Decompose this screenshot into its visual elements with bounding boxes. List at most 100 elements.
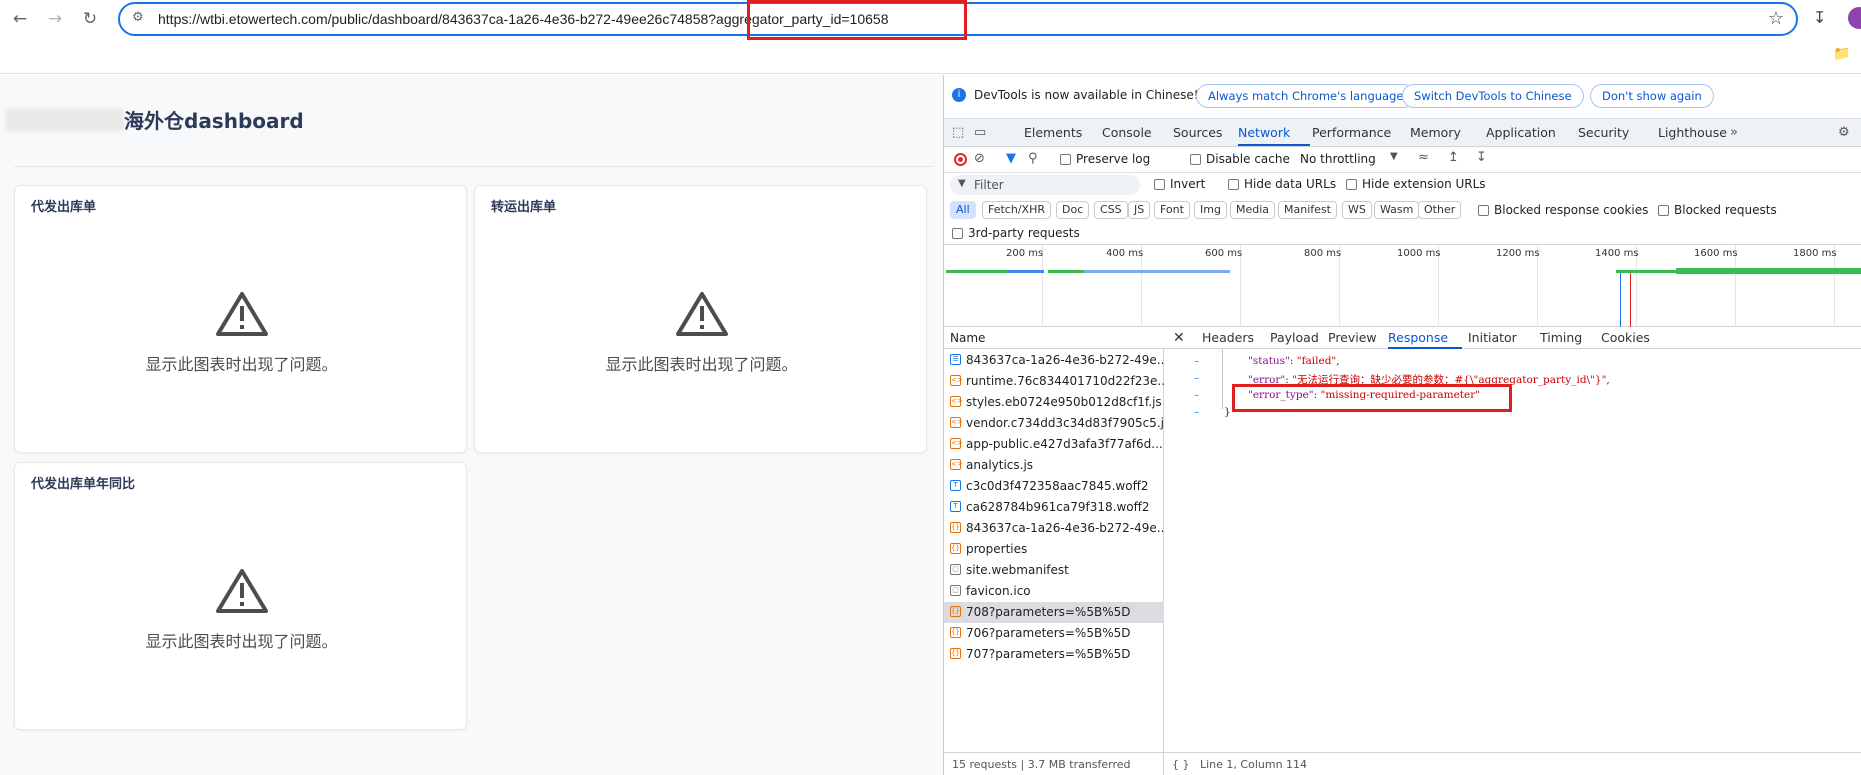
folder-icon[interactable]: 📁 xyxy=(1833,46,1850,62)
dont-show-again-button[interactable]: Don't show again xyxy=(1590,84,1714,108)
pretty-print-icon[interactable]: { } xyxy=(1172,758,1190,771)
import-har-icon[interactable]: ↥ xyxy=(1448,150,1459,165)
tab-memory[interactable]: Memory xyxy=(1410,125,1461,140)
always-match-language-button[interactable]: Always match Chrome's language xyxy=(1196,84,1416,108)
request-name: properties xyxy=(966,542,1028,556)
request-row[interactable]: ▢ favicon.ico xyxy=(944,581,1164,602)
request-row[interactable]: {} 707?parameters=%5B%5D xyxy=(944,644,1164,665)
response-body[interactable]: – – – – "status": "failed", "error": "无法… xyxy=(1164,349,1861,752)
chip-doc[interactable]: Doc xyxy=(1056,201,1090,219)
request-row[interactable]: {} 706?parameters=%5B%5D xyxy=(944,623,1164,644)
card-title: 代发出库单年同比 xyxy=(31,477,136,492)
chevron-down-icon[interactable]: ▼ xyxy=(1390,151,1398,162)
hide-extension-urls-checkbox[interactable] xyxy=(1346,179,1357,190)
close-icon[interactable]: ✕ xyxy=(1173,330,1185,346)
name-column-header[interactable]: Name xyxy=(950,331,985,345)
js-resource-icon: <> xyxy=(950,396,963,407)
export-har-icon[interactable]: ↧ xyxy=(1476,150,1487,165)
infobar-text: DevTools is now available in Chinese! xyxy=(974,88,1199,102)
devtools-panel: i DevTools is now available in Chinese! … xyxy=(943,75,1861,775)
chip-ws[interactable]: WS xyxy=(1342,201,1372,219)
chip-manifest[interactable]: Manifest xyxy=(1278,201,1337,219)
request-name: vendor.c734dd3c34d83f7905c5.js xyxy=(966,416,1164,430)
tab-initiator[interactable]: Initiator xyxy=(1468,330,1517,345)
inspect-element-icon[interactable]: ⬚ xyxy=(952,125,964,140)
forward-icon[interactable]: → xyxy=(43,7,67,31)
request-row[interactable]: {} 708?parameters=%5B%5D xyxy=(944,602,1164,623)
request-row[interactable]: <> runtime.76c834401710d22f23e... xyxy=(944,371,1164,392)
request-row[interactable]: <> analytics.js xyxy=(944,455,1164,476)
disable-cache-checkbox[interactable] xyxy=(1190,154,1201,165)
search-icon[interactable]: ⚲ xyxy=(1028,151,1038,166)
network-overview-timeline[interactable]: 200 ms 400 ms 600 ms 800 ms 1000 ms 1200… xyxy=(944,245,1861,327)
request-row[interactable]: {} properties xyxy=(944,539,1164,560)
resource-type-filter: All Fetch/XHR Doc CSS JS Font Img Media … xyxy=(944,197,1861,223)
blocked-response-cookies-checkbox[interactable] xyxy=(1478,205,1489,216)
network-conditions-icon[interactable]: ≈ xyxy=(1418,150,1429,165)
hide-extension-urls-label: Hide extension URLs xyxy=(1362,177,1486,191)
chip-img[interactable]: Img xyxy=(1194,201,1227,219)
active-tab-indicator xyxy=(1238,144,1310,146)
request-row[interactable]: <> styles.eb0724e950b012d8cf1f.js xyxy=(944,392,1164,413)
tab-elements[interactable]: Elements xyxy=(1024,125,1082,140)
request-row[interactable]: ▢ site.webmanifest xyxy=(944,560,1164,581)
tab-payload[interactable]: Payload xyxy=(1270,330,1319,345)
chip-js[interactable]: JS xyxy=(1128,201,1151,219)
request-row[interactable]: Tca628784b961ca79f318.woff2 xyxy=(944,497,1164,518)
tab-security[interactable]: Security xyxy=(1578,125,1629,140)
tab-cookies[interactable]: Cookies xyxy=(1601,330,1650,345)
request-name: 708?parameters=%5B%5D xyxy=(966,605,1131,619)
tab-sources[interactable]: Sources xyxy=(1173,125,1222,140)
request-list: Name ☰ 843637ca-1a26-4e36-b272-49e... <> ru… xyxy=(944,327,1164,775)
back-icon[interactable]: ← xyxy=(8,7,32,31)
chip-font[interactable]: Font xyxy=(1154,201,1190,219)
tab-headers[interactable]: Headers xyxy=(1202,330,1254,345)
request-row[interactable]: {} 843637ca-1a26-4e36-b272-49e... xyxy=(944,518,1164,539)
devtools-language-infobar: i DevTools is now available in Chinese! … xyxy=(944,75,1861,119)
tab-timing[interactable]: Timing xyxy=(1540,330,1582,345)
stop-recording-icon[interactable] xyxy=(954,153,967,166)
hide-data-urls-checkbox[interactable] xyxy=(1228,179,1239,190)
preserve-log-checkbox[interactable] xyxy=(1060,154,1071,165)
chip-fetch-xhr[interactable]: Fetch/XHR xyxy=(982,201,1051,219)
request-name: styles.eb0724e950b012d8cf1f.js xyxy=(966,395,1162,409)
chip-other[interactable]: Other xyxy=(1418,201,1462,219)
warning-icon xyxy=(676,292,728,336)
tab-response[interactable]: Response xyxy=(1388,330,1448,345)
tab-application[interactable]: Application xyxy=(1486,125,1556,140)
tab-console[interactable]: Console xyxy=(1102,125,1152,140)
filter-icon[interactable]: ▼ xyxy=(1006,151,1016,166)
more-tabs-icon[interactable]: » xyxy=(1730,125,1738,140)
tab-performance[interactable]: Performance xyxy=(1312,125,1391,140)
profile-avatar[interactable] xyxy=(1848,7,1861,29)
blocked-requests-checkbox[interactable] xyxy=(1658,205,1669,216)
third-party-checkbox[interactable] xyxy=(952,228,963,239)
error-type-highlight-box xyxy=(1232,384,1512,412)
switch-to-chinese-button[interactable]: Switch DevTools to Chinese xyxy=(1402,84,1584,108)
request-row[interactable]: ☰ 843637ca-1a26-4e36-b272-49e... xyxy=(944,350,1164,371)
filter-input[interactable]: ▼ Filter xyxy=(950,175,1140,195)
request-name: 843637ca-1a26-4e36-b272-49e... xyxy=(966,353,1164,367)
tab-preview[interactable]: Preview xyxy=(1328,330,1377,345)
chip-css[interactable]: CSS xyxy=(1094,201,1128,219)
clear-icon[interactable]: ⊘ xyxy=(974,151,985,166)
chip-media[interactable]: Media xyxy=(1230,201,1276,219)
request-row[interactable]: <> vendor.c734dd3c34d83f7905c5.js xyxy=(944,413,1164,434)
download-icon[interactable]: ↧ xyxy=(1813,8,1826,27)
site-info-icon[interactable]: ⚙ xyxy=(132,10,144,25)
device-toolbar-icon[interactable]: ▭ xyxy=(974,125,986,140)
chip-all[interactable]: All xyxy=(950,201,976,219)
throttling-select[interactable]: No throttling xyxy=(1300,152,1376,166)
request-row[interactable]: <> app-public.e427d3afa3f77af6d... xyxy=(944,434,1164,455)
tab-network[interactable]: Network xyxy=(1238,125,1290,140)
invert-checkbox[interactable] xyxy=(1154,179,1165,190)
chip-wasm[interactable]: Wasm xyxy=(1374,201,1420,219)
request-name: 843637ca-1a26-4e36-b272-49e... xyxy=(966,521,1164,535)
bookmark-star-icon[interactable]: ☆ xyxy=(1768,8,1784,29)
tab-lighthouse[interactable]: Lighthouse xyxy=(1658,125,1727,140)
response-close-brace: } xyxy=(1224,406,1231,418)
settings-gear-icon[interactable]: ⚙ xyxy=(1838,125,1850,140)
third-party-label: 3rd-party requests xyxy=(968,226,1080,240)
request-row[interactable]: Tc3c0d3f472358aac7845.woff2 xyxy=(944,476,1164,497)
reload-icon[interactable]: ↻ xyxy=(78,7,102,31)
